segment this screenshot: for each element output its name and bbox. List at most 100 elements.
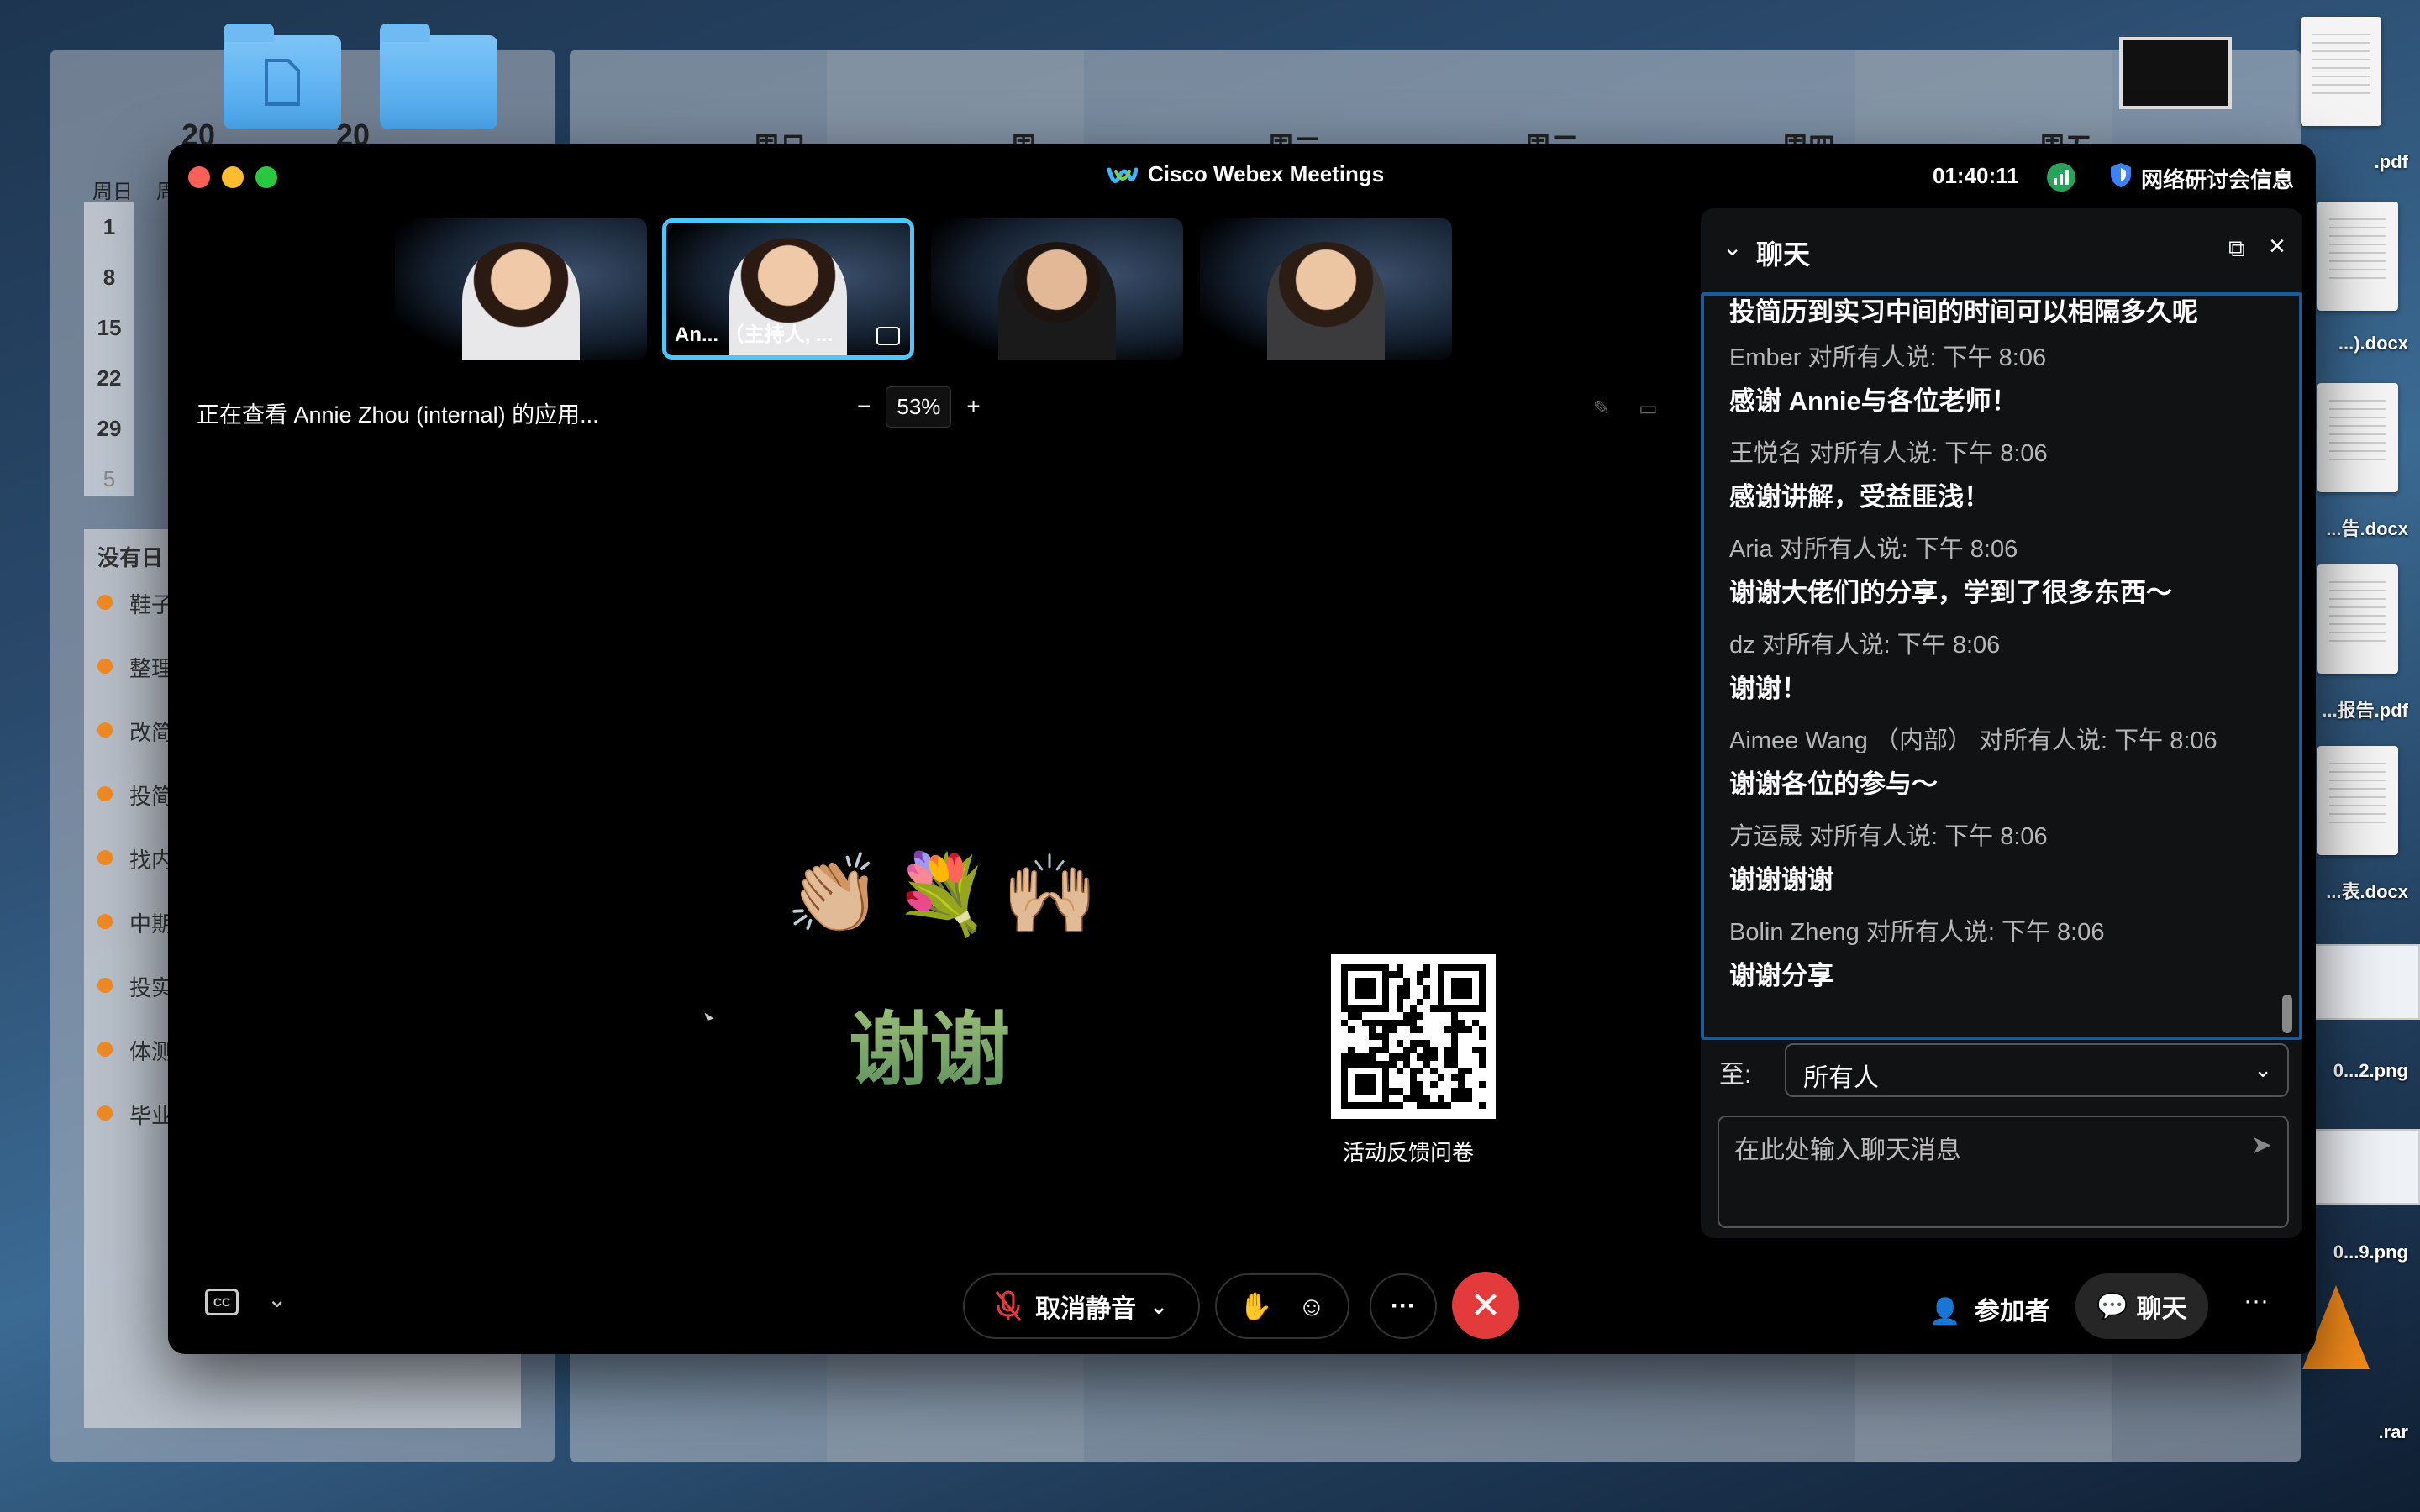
zoom-out-button[interactable]: −: [857, 393, 871, 420]
chat-bubble-icon: 💬: [2096, 1292, 2128, 1320]
feedback-qr-code: [1331, 954, 1496, 1119]
desktop-file-label: .pdf: [2374, 151, 2408, 172]
recipient-select[interactable]: 所有人 ⌄: [1785, 1043, 2289, 1097]
chat-message-text: 谢谢谢谢: [1729, 865, 1833, 895]
chevron-down-icon[interactable]: ⌄: [267, 1285, 287, 1313]
reactions-group: ✋ ☺: [1215, 1273, 1349, 1339]
zoom-window-button[interactable]: [255, 166, 277, 188]
desktop-file-label: ...表.docx: [2326, 881, 2408, 902]
participant-video-thumb-host[interactable]: An... （主持人, ...: [662, 218, 914, 360]
closed-caption-button[interactable]: CC: [205, 1289, 239, 1315]
webex-window: Cisco Webex Meetings 01:40:11 网络研讨会信息 An…: [168, 144, 2316, 1354]
participant-video-thumb[interactable]: [1200, 218, 1452, 360]
shield-icon: [2111, 163, 2131, 187]
thanks-heading: 谢谢: [849, 984, 1010, 1101]
participant-name: An... （主持人, ...: [675, 323, 834, 346]
todo-item[interactable]: 中期: [97, 907, 173, 938]
chevron-down-icon: ⌄: [2254, 1057, 2272, 1082]
mic-muted-icon: [995, 1290, 1022, 1321]
zoom-level[interactable]: 53%: [886, 386, 952, 428]
emoji-banner: 👏🏼💐🙌🏼: [786, 852, 1110, 937]
todo-item[interactable]: 改简: [97, 716, 173, 747]
desktop-file-label: ...报告.pdf: [2322, 700, 2408, 721]
todo-item[interactable]: 鞋子: [97, 588, 173, 619]
close-icon[interactable]: ×: [2269, 230, 2286, 263]
desktop-file-icon[interactable]: [2317, 383, 2398, 492]
chat-message-meta: Ember 对所有人说: 下午 8:06: [1729, 344, 2047, 371]
chat-message: dz 对所有人说: 下午 8:06 谢谢！: [1729, 625, 2000, 705]
webinar-info-link[interactable]: 网络研讨会信息: [2141, 163, 2294, 194]
desktop-image-thumb[interactable]: [2302, 1129, 2420, 1205]
shared-content-stage: 👏🏼💐🙌🏼 谢谢 活动反馈问卷: [168, 430, 1691, 1346]
chat-input-placeholder: 在此处输入聊天消息: [1734, 1137, 1961, 1164]
day-cell[interactable]: 8: [84, 252, 134, 302]
network-signal-icon[interactable]: [2047, 163, 2075, 192]
emoji-reaction-icon[interactable]: ☺: [1298, 1291, 1326, 1322]
zoom-in-button[interactable]: +: [966, 393, 980, 420]
day-cell[interactable]: 5: [84, 454, 134, 504]
more-options-button[interactable]: ···: [1370, 1273, 1437, 1339]
chat-title: 聊天: [1756, 239, 1811, 270]
chat-header: ⌄ 聊天 ⧉ ×: [1701, 208, 2302, 292]
more-options-button-right[interactable]: ···: [2244, 1287, 2269, 1315]
chat-message-text: 谢谢大佬们的分享，学到了很多东西～: [1729, 578, 2172, 607]
todo-item[interactable]: 找内: [97, 843, 173, 874]
desktop-file-label: ...).docx: [2338, 333, 2408, 354]
desktop-file-icon[interactable]: [2317, 564, 2398, 674]
chat-message-meta: 方运晟 对所有人说: 下午 8:06: [1729, 823, 2048, 850]
todo-item[interactable]: 体测: [97, 1035, 173, 1066]
participant-video-thumb[interactable]: [931, 218, 1183, 360]
chat-message-list[interactable]: 投简历到实习中间的时间可以相隔多久呢 Ember 对所有人说: 下午 8:06 …: [1701, 292, 2302, 1040]
participant-video-thumb[interactable]: [395, 218, 647, 360]
raise-hand-icon[interactable]: ✋: [1239, 1290, 1273, 1322]
chat-message-text: 谢谢！: [1729, 674, 1807, 703]
end-call-button[interactable]: ✕: [1452, 1272, 1519, 1339]
desktop-file-icon[interactable]: [2317, 746, 2398, 855]
desktop-folder-icon[interactable]: [380, 24, 497, 129]
desktop-folder-icon[interactable]: [224, 24, 341, 129]
chat-message: Ember 对所有人说: 下午 8:06 感谢 Annie与各位老师！: [1729, 338, 2046, 417]
participants-button[interactable]: 👤 参加者: [1929, 1290, 2050, 1327]
desktop-file-label: .rar: [2378, 1421, 2408, 1442]
todo-item[interactable]: 投简: [97, 780, 173, 811]
chat-message-meta: Bolin Zheng 对所有人说: 下午 8:06: [1729, 919, 2105, 946]
close-window-button[interactable]: [188, 166, 210, 188]
chat-message-text: 谢谢各位的参与～: [1729, 769, 1938, 799]
annotate-icon[interactable]: ✎: [1593, 396, 1617, 420]
unmute-button[interactable]: 取消静音 ⌄: [963, 1273, 1200, 1339]
viewing-share-label: 正在查看 Annie Zhou (internal) 的应用...: [197, 402, 599, 428]
share-view-icon[interactable]: ▭: [1639, 396, 1662, 420]
chat-message-text: 感谢 Annie与各位老师！: [1729, 386, 2018, 416]
chat-scrollbar[interactable]: [2282, 995, 2292, 1033]
day-cell[interactable]: 29: [84, 403, 134, 454]
day-cell[interactable]: 1: [84, 202, 134, 252]
desktop-screenshot-thumb[interactable]: [2119, 37, 2232, 109]
send-icon[interactable]: ➤: [2251, 1131, 2272, 1160]
meeting-controls: CC ⌄ 取消静音 ⌄ ✋ ☺ ··· ✕ 👤 参加者 💬 聊天 ···: [168, 1253, 2316, 1354]
todo-item[interactable]: 毕业: [97, 1099, 173, 1130]
day-cell[interactable]: 22: [84, 353, 134, 403]
todo-item[interactable]: 整理: [97, 652, 173, 683]
desktop-image-thumb[interactable]: [2302, 944, 2420, 1020]
collapse-chevron-icon[interactable]: ⌄: [1723, 234, 1742, 261]
desktop-file-label: 0...9.png: [2333, 1242, 2408, 1263]
participants-icon: 👤: [1929, 1298, 1961, 1326]
todo-item[interactable]: 投实: [97, 971, 173, 1002]
recipient-value: 所有人: [1803, 1064, 1879, 1092]
minimize-window-button[interactable]: [222, 166, 244, 188]
mini-calendar-days: 1 8 15 22 29 5: [84, 202, 134, 496]
chat-input[interactable]: 在此处输入聊天消息 ➤: [1718, 1116, 2289, 1228]
titlebar: Cisco Webex Meetings 01:40:11 网络研讨会信息: [168, 144, 2316, 212]
chat-message-meta: Aimee Wang （内部） 对所有人说: 下午 8:06: [1729, 727, 2217, 754]
chat-message-text: 感谢讲解，受益匪浅！: [1729, 482, 1990, 512]
chat-message: Bolin Zheng 对所有人说: 下午 8:06 谢谢分享: [1729, 912, 2104, 992]
day-cell[interactable]: 15: [84, 302, 134, 353]
chat-message: 投简历到实习中间的时间可以相隔多久呢: [1729, 296, 2198, 328]
popout-icon[interactable]: ⧉: [2228, 235, 2245, 263]
chevron-down-icon[interactable]: ⌄: [1150, 1294, 1168, 1320]
participants-label: 参加者: [1974, 1298, 2050, 1326]
chat-message-meta: dz 对所有人说: 下午 8:06: [1729, 632, 2001, 659]
desktop-file-icon[interactable]: [2301, 17, 2381, 126]
desktop-file-icon[interactable]: [2317, 202, 2398, 311]
chat-toggle-button[interactable]: 💬 聊天: [2075, 1273, 2208, 1339]
